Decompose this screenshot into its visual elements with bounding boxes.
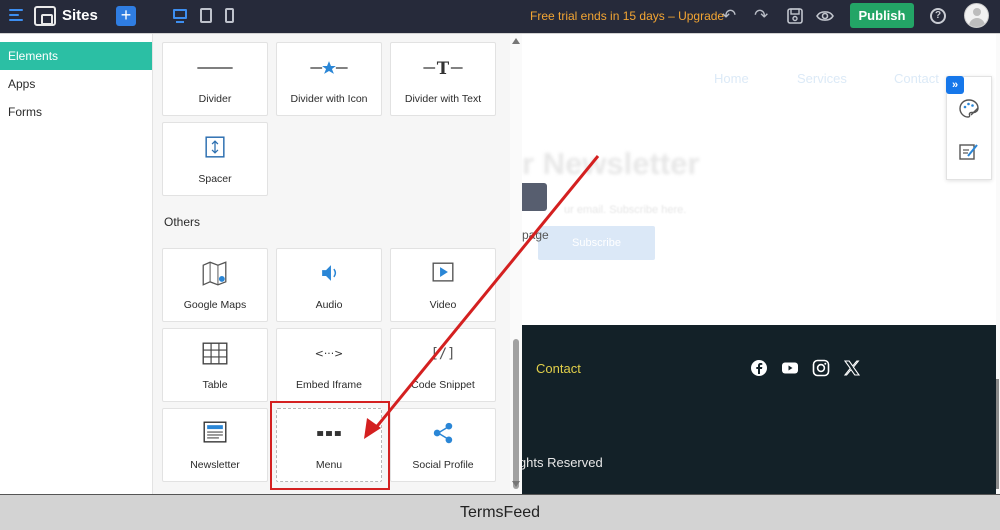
audio-icon xyxy=(322,265,337,281)
embed-icon: <···> xyxy=(315,347,343,360)
preview-eye-icon[interactable] xyxy=(816,7,834,25)
youtube-icon[interactable] xyxy=(781,359,799,377)
brand-name: TermsFeed xyxy=(459,504,541,521)
section-title-others: Others xyxy=(164,215,201,229)
nav-link-home[interactable]: Home xyxy=(714,71,749,86)
share-icon xyxy=(433,422,453,444)
mobile-view-icon[interactable] xyxy=(222,8,238,24)
tile-label: Social Profile xyxy=(412,459,474,471)
add-button[interactable]: + xyxy=(116,6,136,26)
tile-label: Divider with Text xyxy=(404,93,482,105)
tile-embed-iframe[interactable]: <···> Embed Iframe xyxy=(276,328,382,402)
tile-label: Newsletter xyxy=(190,459,240,471)
newsletter-page-text: page xyxy=(522,228,549,242)
left-sidebar: Elements Apps Forms xyxy=(0,34,153,494)
sidebar-item-elements[interactable]: Elements xyxy=(0,42,152,70)
tile-google-maps[interactable]: Google Maps xyxy=(162,248,268,322)
canvas-scroll-thumb[interactable] xyxy=(996,379,999,489)
tile-divider-with-icon[interactable]: Divider with Icon xyxy=(276,42,382,116)
panel-scrollbar[interactable] xyxy=(510,34,522,494)
svg-text:[/]: [/] xyxy=(431,346,456,362)
app-title: Sites xyxy=(62,7,98,24)
tile-label: Code Snippet xyxy=(411,379,475,391)
tile-table[interactable]: Table xyxy=(162,328,268,402)
tile-label: Divider with Icon xyxy=(290,93,368,105)
sidebar-item-apps[interactable]: Apps xyxy=(0,70,152,98)
nav-link-contact[interactable]: Contact xyxy=(894,71,939,86)
spacer-icon xyxy=(205,136,225,158)
tile-label: Table xyxy=(202,379,228,391)
collapse-panel-icon[interactable]: » xyxy=(946,76,964,94)
tile-social-profile[interactable]: Social Profile xyxy=(390,408,496,482)
x-twitter-icon[interactable] xyxy=(843,359,861,377)
tile-label: Spacer xyxy=(198,173,232,185)
tile-label: Divider xyxy=(198,93,232,105)
publish-button[interactable]: Publish xyxy=(850,3,914,28)
save-icon[interactable] xyxy=(786,7,804,25)
bottom-brand-bar: TermsFeed xyxy=(0,494,1000,530)
svg-text:<···>: <···> xyxy=(315,347,343,360)
tile-label: Video xyxy=(429,299,457,311)
palette-icon[interactable] xyxy=(957,97,981,121)
page-canvas[interactable]: Home Services Contact r Newsletter ur em… xyxy=(522,34,996,494)
nav-link-services[interactable]: Services xyxy=(797,71,847,86)
tile-video[interactable]: Video xyxy=(390,248,496,322)
instagram-icon[interactable] xyxy=(812,359,830,377)
help-icon[interactable]: ? xyxy=(930,8,946,24)
footer-copyright: ights Reserved xyxy=(522,455,603,470)
tablet-view-icon[interactable] xyxy=(198,8,214,24)
svg-text:T: T xyxy=(437,58,450,78)
edit-note-icon[interactable] xyxy=(958,141,980,163)
subscribe-button[interactable]: Subscribe xyxy=(538,226,655,260)
tile-divider[interactable]: Divider xyxy=(162,42,268,116)
top-toolbar: Sites + Free trial ends in 15 days – Upg… xyxy=(0,0,1000,33)
table-icon xyxy=(202,342,228,365)
divider-star-icon xyxy=(310,61,348,74)
tile-spacer[interactable]: Spacer xyxy=(162,122,268,196)
user-avatar[interactable] xyxy=(964,3,989,28)
scroll-thumb[interactable] xyxy=(513,339,519,489)
newsletter-dark-block xyxy=(522,183,547,211)
code-icon: [/] xyxy=(431,346,456,362)
scroll-up-arrow-icon[interactable] xyxy=(512,38,520,44)
facebook-icon[interactable] xyxy=(750,359,768,377)
tile-label: Embed Iframe xyxy=(296,379,362,391)
tile-newsletter[interactable]: Newsletter xyxy=(162,408,268,482)
tile-divider-with-text[interactable]: T Divider with Text xyxy=(390,42,496,116)
highlight-box-menu xyxy=(270,401,390,490)
map-icon xyxy=(202,261,227,286)
tile-label: Google Maps xyxy=(183,299,247,311)
divider-icon xyxy=(197,67,233,69)
redo-icon[interactable]: ↷ xyxy=(754,6,768,26)
scroll-down-arrow-icon[interactable] xyxy=(512,481,520,487)
newsletter-subtext: ur email. Subscribe here. xyxy=(564,204,687,216)
footer-contact-link[interactable]: Contact xyxy=(536,361,581,376)
desktop-view-icon[interactable] xyxy=(172,8,188,24)
divider-text-icon: T xyxy=(423,58,463,78)
canvas-scrollbar[interactable] xyxy=(996,34,1000,494)
undo-icon[interactable]: ↶ xyxy=(722,6,736,26)
newsletter-icon xyxy=(203,421,227,443)
site-footer: Contact ights Reserved xyxy=(522,325,996,494)
sites-logo-icon xyxy=(34,6,56,26)
tile-audio[interactable]: Audio xyxy=(276,248,382,322)
tile-label: Audio xyxy=(315,299,343,311)
sidebar-item-forms[interactable]: Forms xyxy=(0,98,152,126)
trial-upgrade-link[interactable]: Free trial ends in 15 days – Upgrade xyxy=(530,9,724,23)
video-icon xyxy=(432,262,454,282)
hamburger-menu-icon[interactable] xyxy=(9,9,23,23)
newsletter-heading: r Newsletter xyxy=(522,146,700,181)
tile-code-snippet[interactable]: [/] Code Snippet xyxy=(390,328,496,402)
